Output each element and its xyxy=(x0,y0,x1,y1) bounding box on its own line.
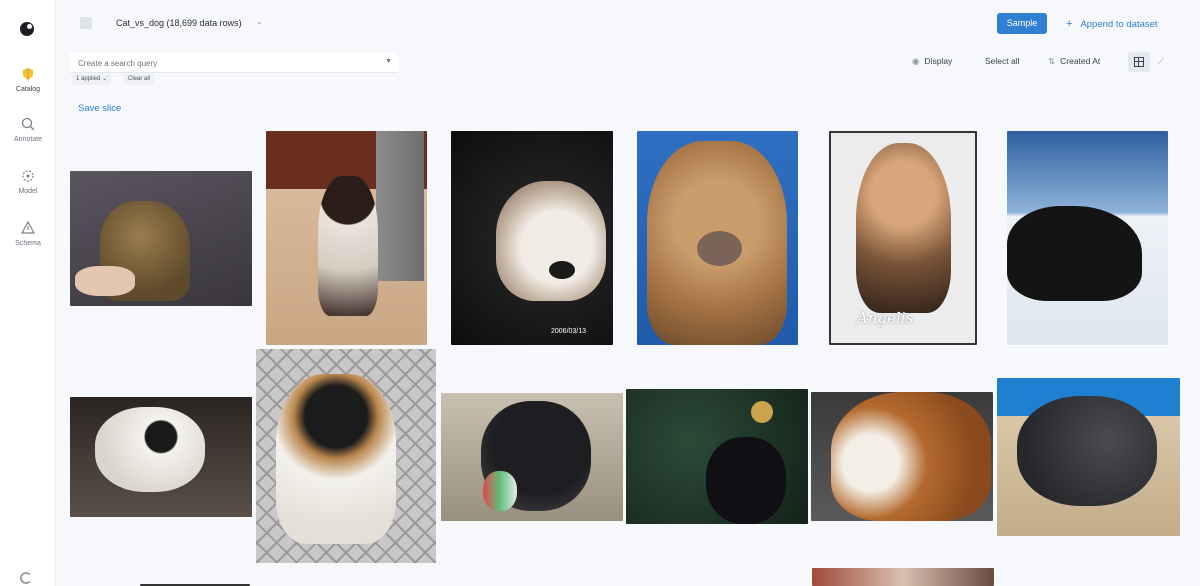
dog-figure xyxy=(1007,206,1142,301)
hand-figure xyxy=(75,266,135,296)
legs-figure xyxy=(376,131,424,281)
sort-icon: ⇅ xyxy=(1048,56,1056,66)
image-tile[interactable] xyxy=(266,131,427,345)
dog-figure xyxy=(276,374,396,544)
save-slice-link[interactable]: Save slice xyxy=(78,103,121,114)
top-bar: Cat_vs_dog (18,699 data rows) ⌄ Sample +… xyxy=(56,0,1200,48)
image-tile[interactable] xyxy=(811,392,993,521)
select-all-button[interactable]: Select all xyxy=(985,56,1020,66)
sidebar-item-label: Annotate xyxy=(13,136,43,143)
sidebar-item-label: Catalog xyxy=(15,86,41,93)
image-tile[interactable] xyxy=(626,389,808,524)
toy-figure xyxy=(483,471,517,511)
date-stamp: 2006/03/13 xyxy=(551,328,587,335)
image-tile[interactable] xyxy=(812,568,994,586)
append-label: Append to dataset xyxy=(1080,19,1158,30)
clear-all-chip[interactable]: Clear all xyxy=(124,74,155,85)
eye-icon: ◉ xyxy=(912,56,920,66)
sidebar-item-catalog[interactable]: Catalog xyxy=(0,66,56,93)
dog-figure xyxy=(318,176,378,316)
puppy-figure xyxy=(706,437,786,524)
sidebar-item-schema[interactable]: Schema xyxy=(0,220,56,247)
puppy-figure xyxy=(856,143,951,313)
muzzle-figure xyxy=(697,231,742,266)
moon-icon[interactable] xyxy=(20,572,32,584)
model-icon xyxy=(22,170,34,182)
image-tile[interactable] xyxy=(256,349,436,563)
chart-view-icon[interactable]: ⟋ xyxy=(1158,56,1164,67)
dog-figure xyxy=(496,181,606,301)
display-button[interactable]: ◉ Display xyxy=(912,56,952,67)
schema-icon xyxy=(20,220,36,234)
filter-applied-chip[interactable]: 1 applied ⌄ xyxy=(72,74,112,85)
select-all-checkbox[interactable] xyxy=(80,17,92,29)
image-tile[interactable] xyxy=(997,378,1180,536)
sample-button[interactable]: Sample xyxy=(997,13,1047,34)
catalog-icon xyxy=(23,68,33,80)
image-tile[interactable] xyxy=(441,393,623,521)
grid-icon xyxy=(1134,57,1144,67)
nose-figure xyxy=(549,261,575,279)
image-tile[interactable] xyxy=(1007,131,1168,345)
app-logo[interactable] xyxy=(20,22,34,36)
annotate-icon xyxy=(21,117,35,131)
plus-icon: + xyxy=(1066,18,1073,30)
image-caption: Angelis xyxy=(857,309,914,327)
display-label: Display xyxy=(924,56,953,66)
ornament-figure xyxy=(751,401,773,423)
sort-label: Created At xyxy=(1060,56,1101,66)
chevron-down-icon[interactable]: ⌄ xyxy=(256,17,263,26)
sidebar-item-model[interactable]: Model xyxy=(0,168,56,195)
dataset-title[interactable]: Cat_vs_dog (18,699 data rows) xyxy=(116,18,242,28)
sidebar: Catalog Annotate Model Schema xyxy=(0,0,56,586)
image-tile[interactable] xyxy=(637,131,798,345)
image-tile[interactable]: 2006/03/13 xyxy=(451,131,613,345)
search-input[interactable] xyxy=(70,53,370,74)
image-tile[interactable]: Angelis xyxy=(829,131,977,345)
append-to-dataset-button[interactable]: + Append to dataset xyxy=(1066,18,1158,30)
dog-figure xyxy=(95,407,205,492)
sidebar-item-label: Schema xyxy=(15,240,41,247)
image-tile[interactable] xyxy=(70,397,252,517)
dog-figure xyxy=(831,392,991,521)
grid-view-toggle[interactable] xyxy=(1128,52,1150,72)
chevron-down-icon[interactable]: ▼ xyxy=(385,58,392,65)
puppy-figure xyxy=(1017,396,1157,506)
search-query-box[interactable]: ▼ xyxy=(70,53,398,74)
sort-button[interactable]: ⇅ Created At xyxy=(1048,56,1100,67)
sidebar-item-annotate[interactable]: Annotate xyxy=(0,116,56,143)
image-tile[interactable] xyxy=(70,171,252,306)
sidebar-item-label: Model xyxy=(18,188,38,195)
